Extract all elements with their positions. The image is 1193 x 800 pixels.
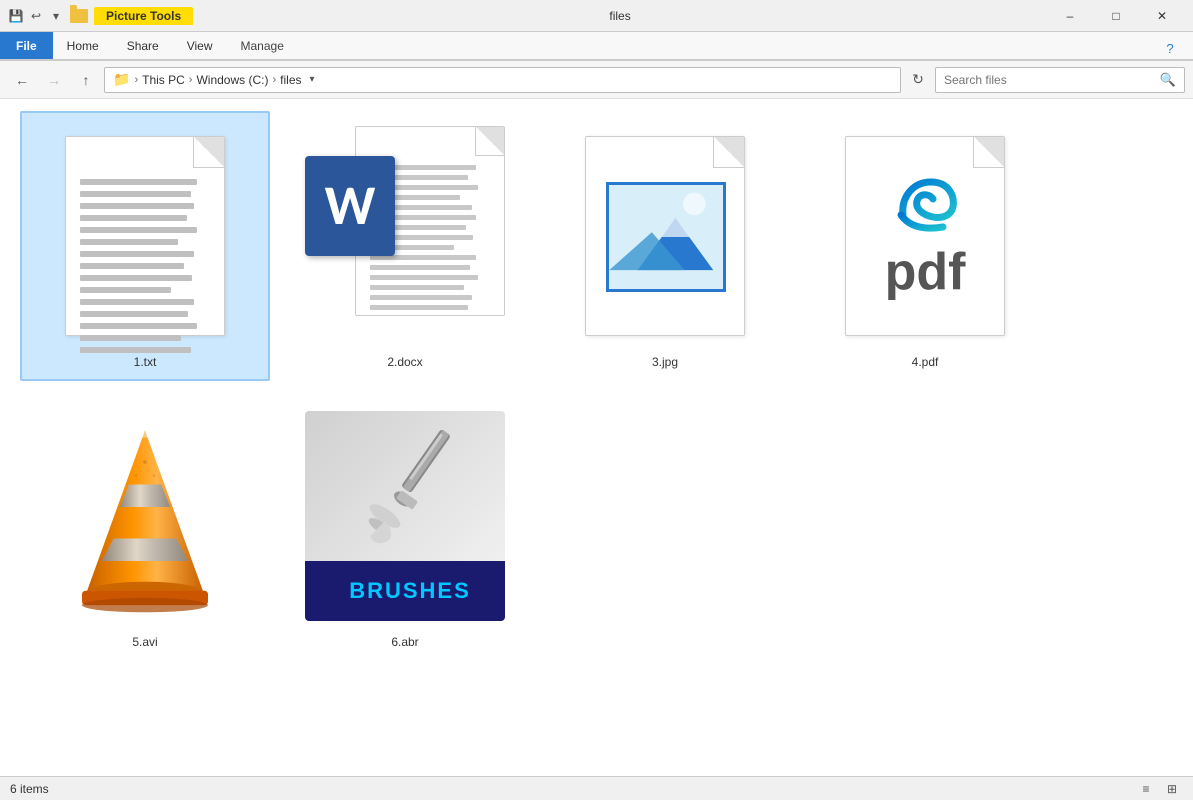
app-window: 💾 ↩ ▾ Picture Tools files – □ ✕ File Hom… (0, 0, 1193, 800)
tab-file[interactable]: File (0, 32, 53, 59)
file-icon-pdf: pdf (815, 121, 1035, 351)
path-this-pc[interactable]: This PC (142, 73, 185, 87)
file-name: 6.abr (391, 635, 418, 649)
folder-icon (70, 9, 88, 23)
path-dropdown-icon[interactable]: ▾ (310, 74, 315, 85)
jpg-file-icon (585, 136, 745, 336)
txt-line (80, 239, 178, 245)
txt-line (80, 179, 197, 185)
file-icon-avi (35, 401, 255, 631)
brush-svg (335, 421, 475, 551)
path-arrow-2: › (189, 74, 193, 86)
list-item[interactable]: 3.jpg (540, 111, 790, 381)
txt-line (80, 275, 192, 281)
picture-tools-tab[interactable]: Picture Tools (94, 7, 193, 25)
search-input[interactable] (944, 73, 1156, 87)
back-button[interactable]: ← (8, 66, 36, 94)
brushes-text: BRUSHES (349, 578, 471, 604)
txt-line (80, 215, 187, 221)
tab-view[interactable]: View (173, 32, 227, 59)
ribbon-tabs: File Home Share View Manage ? (0, 32, 1193, 60)
quick-access-icon: 💾 (8, 8, 24, 24)
abr-file-icon: 6.abr BRUSHES (305, 411, 505, 621)
forward-button[interactable]: → (40, 66, 68, 94)
status-bar: 6 items ≡ ⊞ (0, 776, 1193, 800)
close-button[interactable]: ✕ (1139, 0, 1185, 32)
docx-file-icon: W (305, 126, 505, 346)
title-bar: 💾 ↩ ▾ Picture Tools files – □ ✕ (0, 0, 1193, 32)
vlc-cone-svg (55, 416, 235, 616)
list-item[interactable]: W 2.docx (280, 111, 530, 381)
txt-line (80, 263, 184, 269)
search-icon[interactable]: 🔍 (1160, 72, 1176, 88)
undo-icon[interactable]: ↩ (28, 8, 44, 24)
doc-line (370, 295, 472, 300)
content-area: 1.txt (0, 99, 1193, 776)
edge-logo-icon (893, 177, 957, 246)
dropdown-icon[interactable]: ▾ (48, 8, 64, 24)
refresh-button[interactable]: ↻ (905, 67, 931, 93)
doc-line (370, 275, 478, 280)
title-bar-icons: 💾 ↩ ▾ (8, 8, 64, 24)
file-icon-abr: 6.abr BRUSHES (295, 401, 515, 631)
doc-line (370, 305, 468, 310)
address-bar: ← → ↑ 📁 › This PC › Windows (C:) › files… (0, 61, 1193, 99)
file-grid: 1.txt (0, 99, 1193, 776)
word-logo: W (305, 156, 395, 256)
file-icon-txt (35, 121, 255, 351)
pdf-text-label: pdf (885, 246, 966, 298)
large-icons-view-button[interactable]: ⊞ (1161, 779, 1183, 799)
doc-line (370, 265, 470, 270)
tab-share[interactable]: Share (113, 32, 173, 59)
txt-line (80, 191, 191, 197)
doc-line (370, 285, 464, 290)
pdf-content: pdf (846, 167, 1004, 298)
list-item[interactable]: 1.txt (20, 111, 270, 381)
txt-line (80, 335, 181, 341)
file-icon-jpg (555, 121, 775, 351)
address-path[interactable]: 📁 › This PC › Windows (C:) › files ▾ (104, 67, 901, 93)
txt-line (80, 287, 171, 293)
tab-manage[interactable]: Manage (227, 32, 298, 59)
search-box[interactable]: 🔍 (935, 67, 1185, 93)
txt-line (80, 227, 197, 233)
file-name: 5.avi (132, 635, 157, 649)
txt-line (80, 311, 188, 317)
folder-small-icon: 📁 (113, 71, 130, 88)
minimize-button[interactable]: – (1047, 0, 1093, 32)
item-count: 6 items (10, 782, 49, 796)
abr-top (305, 411, 505, 561)
file-icon-docx: W (295, 121, 515, 351)
txt-line (80, 323, 197, 329)
file-name: 3.jpg (652, 355, 678, 369)
ribbon: File Home Share View Manage ? (0, 32, 1193, 61)
file-name: 4.pdf (912, 355, 939, 369)
txt-file-icon (65, 136, 225, 336)
list-item[interactable]: 6.abr BRUSHES 6.abr (280, 391, 530, 661)
txt-lines (66, 167, 224, 371)
path-arrow-1: › (134, 74, 138, 86)
txt-line (80, 251, 194, 257)
txt-line (80, 203, 194, 209)
jpg-preview (606, 182, 726, 292)
list-item[interactable]: 5.avi (20, 391, 270, 661)
path-arrow-3: › (272, 74, 276, 86)
list-item[interactable]: pdf 4.pdf (800, 111, 1050, 381)
mountain-svg (609, 185, 723, 289)
pdf-file-icon: pdf (845, 136, 1005, 336)
maximize-button[interactable]: □ (1093, 0, 1139, 32)
path-drive[interactable]: Windows (C:) (196, 73, 268, 87)
help-button[interactable]: ? (1147, 32, 1193, 64)
window-title: files (199, 9, 1041, 23)
txt-line (80, 299, 194, 305)
abr-bottom: 6.abr BRUSHES (305, 561, 505, 621)
window-controls: – □ ✕ (1047, 0, 1185, 32)
path-folder[interactable]: files (280, 73, 301, 87)
up-button[interactable]: ↑ (72, 66, 100, 94)
view-controls: ≡ ⊞ (1135, 779, 1183, 799)
file-name: 2.docx (387, 355, 422, 369)
tab-home[interactable]: Home (53, 32, 113, 59)
details-view-button[interactable]: ≡ (1135, 779, 1157, 799)
txt-line (80, 347, 191, 353)
